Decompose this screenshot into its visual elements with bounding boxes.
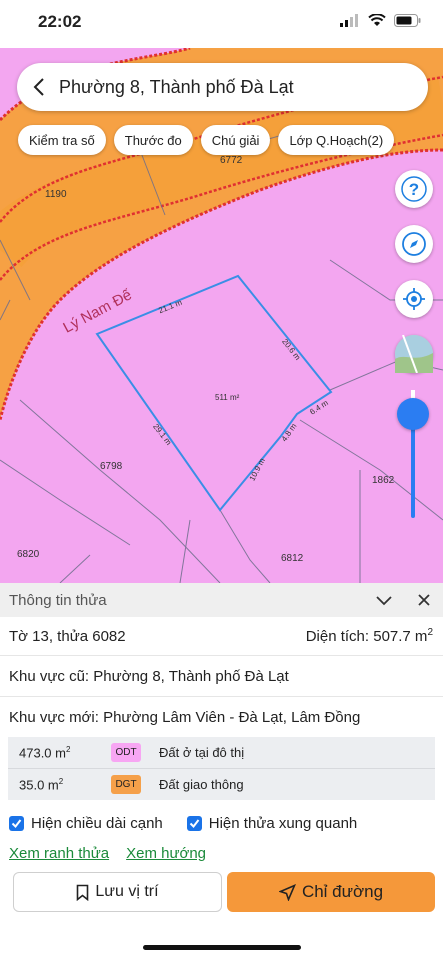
old-region-text: Khu vực cũ: Phường 8, Thành phố Đà Lạt bbox=[9, 667, 289, 685]
compass-icon bbox=[402, 232, 426, 256]
chip-legend[interactable]: Chú giải bbox=[200, 125, 271, 155]
land-use-row: 473.0 m2 ODT Đất ở tại đô thị bbox=[8, 737, 435, 769]
view-direction-link[interactable]: Xem hướng bbox=[126, 845, 206, 862]
land-use-description: Đất giao thông bbox=[159, 777, 244, 792]
status-icons bbox=[340, 14, 421, 27]
location-header: Phường 8, Thành phố Đà Lạt bbox=[17, 63, 428, 111]
page-title: Phường 8, Thành phố Đà Lạt bbox=[59, 76, 294, 97]
svg-text:?: ? bbox=[409, 180, 419, 199]
directions-button[interactable]: Chỉ đường bbox=[227, 872, 435, 912]
parcel-area-label: 511 m² bbox=[215, 393, 240, 402]
save-location-button[interactable]: Lưu vị trí bbox=[13, 872, 222, 912]
land-use-code-badge: ODT bbox=[111, 743, 141, 762]
my-location-button[interactable] bbox=[395, 280, 433, 318]
home-indicator bbox=[143, 945, 301, 950]
map-type-button[interactable] bbox=[395, 335, 433, 373]
map-label-1190: 1190 bbox=[45, 189, 67, 200]
help-button[interactable]: ? bbox=[395, 170, 433, 208]
parcel-area: Diện tích: 507.7 m2 bbox=[306, 627, 433, 645]
parcel-summary-row: Tờ 13, thửa 6082 Diện tích: 507.7 m2 bbox=[0, 617, 443, 656]
status-time: 22:02 bbox=[38, 12, 82, 31]
help-icon: ? bbox=[401, 176, 427, 202]
map-label-6820: 6820 bbox=[17, 549, 40, 560]
area-unit-sup: 2 bbox=[58, 776, 64, 786]
panel-links: Xem ranh thửa Xem hướng bbox=[0, 841, 443, 865]
wifi-icon bbox=[368, 14, 386, 26]
back-button[interactable] bbox=[19, 63, 59, 111]
close-icon[interactable] bbox=[415, 591, 433, 609]
parcel-number: Tờ 13, thửa 6082 bbox=[9, 627, 126, 645]
map-label-1862: 1862 bbox=[372, 475, 395, 486]
opacity-slider-knob[interactable] bbox=[397, 398, 429, 430]
chevron-left-icon bbox=[33, 78, 44, 96]
check-icon bbox=[189, 818, 200, 828]
map-label-6772: 6772 bbox=[220, 155, 243, 166]
signal-icon bbox=[340, 14, 358, 27]
land-use-area: 473.0 m2 bbox=[8, 745, 111, 760]
chip-planning-layer[interactable]: Lớp Q.Hoạch(2) bbox=[278, 125, 395, 155]
compass-button[interactable] bbox=[395, 225, 433, 263]
chip-check-number[interactable]: Kiểm tra số bbox=[18, 125, 106, 155]
map-label-6812: 6812 bbox=[281, 553, 304, 564]
land-use-area: 35.0 m2 bbox=[8, 777, 111, 792]
new-region-row: Khu vực mới: Phường Lâm Viên - Đà Lạt, L… bbox=[0, 697, 443, 737]
show-neighbors-label: Hiện thửa xung quanh bbox=[208, 814, 358, 832]
new-region-text: Khu vực mới: Phường Lâm Viên - Đà Lạt, L… bbox=[9, 708, 361, 726]
parcel-info-panel: Thông tin thửa Tờ 13, thửa 6082 Diện tíc… bbox=[0, 583, 443, 960]
land-use-table: 473.0 m2 ODT Đất ở tại đô thị 35.0 m2 DG… bbox=[8, 737, 435, 800]
area-unit-sup: 2 bbox=[427, 627, 433, 638]
land-use-code-badge: DGT bbox=[111, 775, 141, 794]
save-location-label: Lưu vị trí bbox=[95, 883, 159, 900]
panel-title: Thông tin thửa bbox=[9, 591, 107, 609]
show-neighbors-checkbox[interactable] bbox=[186, 815, 202, 831]
filter-chips: Kiểm tra số Thước đo Chú giải Lớp Q.Hoạc… bbox=[18, 125, 395, 155]
crosshair-icon bbox=[403, 288, 425, 310]
view-boundary-link[interactable]: Xem ranh thửa bbox=[9, 845, 109, 862]
bookmark-icon bbox=[77, 884, 89, 901]
chip-ruler[interactable]: Thước đo bbox=[113, 125, 193, 155]
battery-icon bbox=[394, 14, 421, 27]
directions-label: Chỉ đường bbox=[301, 882, 384, 901]
display-options: Hiện chiều dài cạnh Hiện thửa xung quanh bbox=[0, 805, 443, 841]
land-use-description: Đất ở tại đô thị bbox=[159, 745, 245, 760]
land-use-area-value: 35.0 m bbox=[19, 777, 59, 793]
land-use-row: 35.0 m2 DGT Đất giao thông bbox=[8, 769, 435, 800]
show-edge-length-checkbox[interactable] bbox=[9, 815, 24, 831]
old-region-row: Khu vực cũ: Phường 8, Thành phố Đà Lạt bbox=[0, 656, 443, 697]
show-edge-length-label: Hiện chiều dài cạnh bbox=[31, 814, 163, 832]
check-icon bbox=[11, 818, 22, 828]
panel-header: Thông tin thửa bbox=[0, 583, 443, 617]
parcel-area-text: Diện tích: 507.7 m bbox=[305, 628, 428, 645]
navigation-icon bbox=[278, 883, 296, 901]
panel-actions: Lưu vị trí Chỉ đường bbox=[13, 872, 435, 912]
map-label-6798: 6798 bbox=[100, 461, 123, 472]
status-bar: 22:02 bbox=[0, 0, 443, 48]
chevron-down-icon[interactable] bbox=[375, 591, 393, 609]
area-unit-sup: 2 bbox=[65, 744, 71, 754]
map-layer-icon bbox=[395, 335, 433, 373]
land-use-area-value: 473.0 m bbox=[19, 745, 66, 761]
